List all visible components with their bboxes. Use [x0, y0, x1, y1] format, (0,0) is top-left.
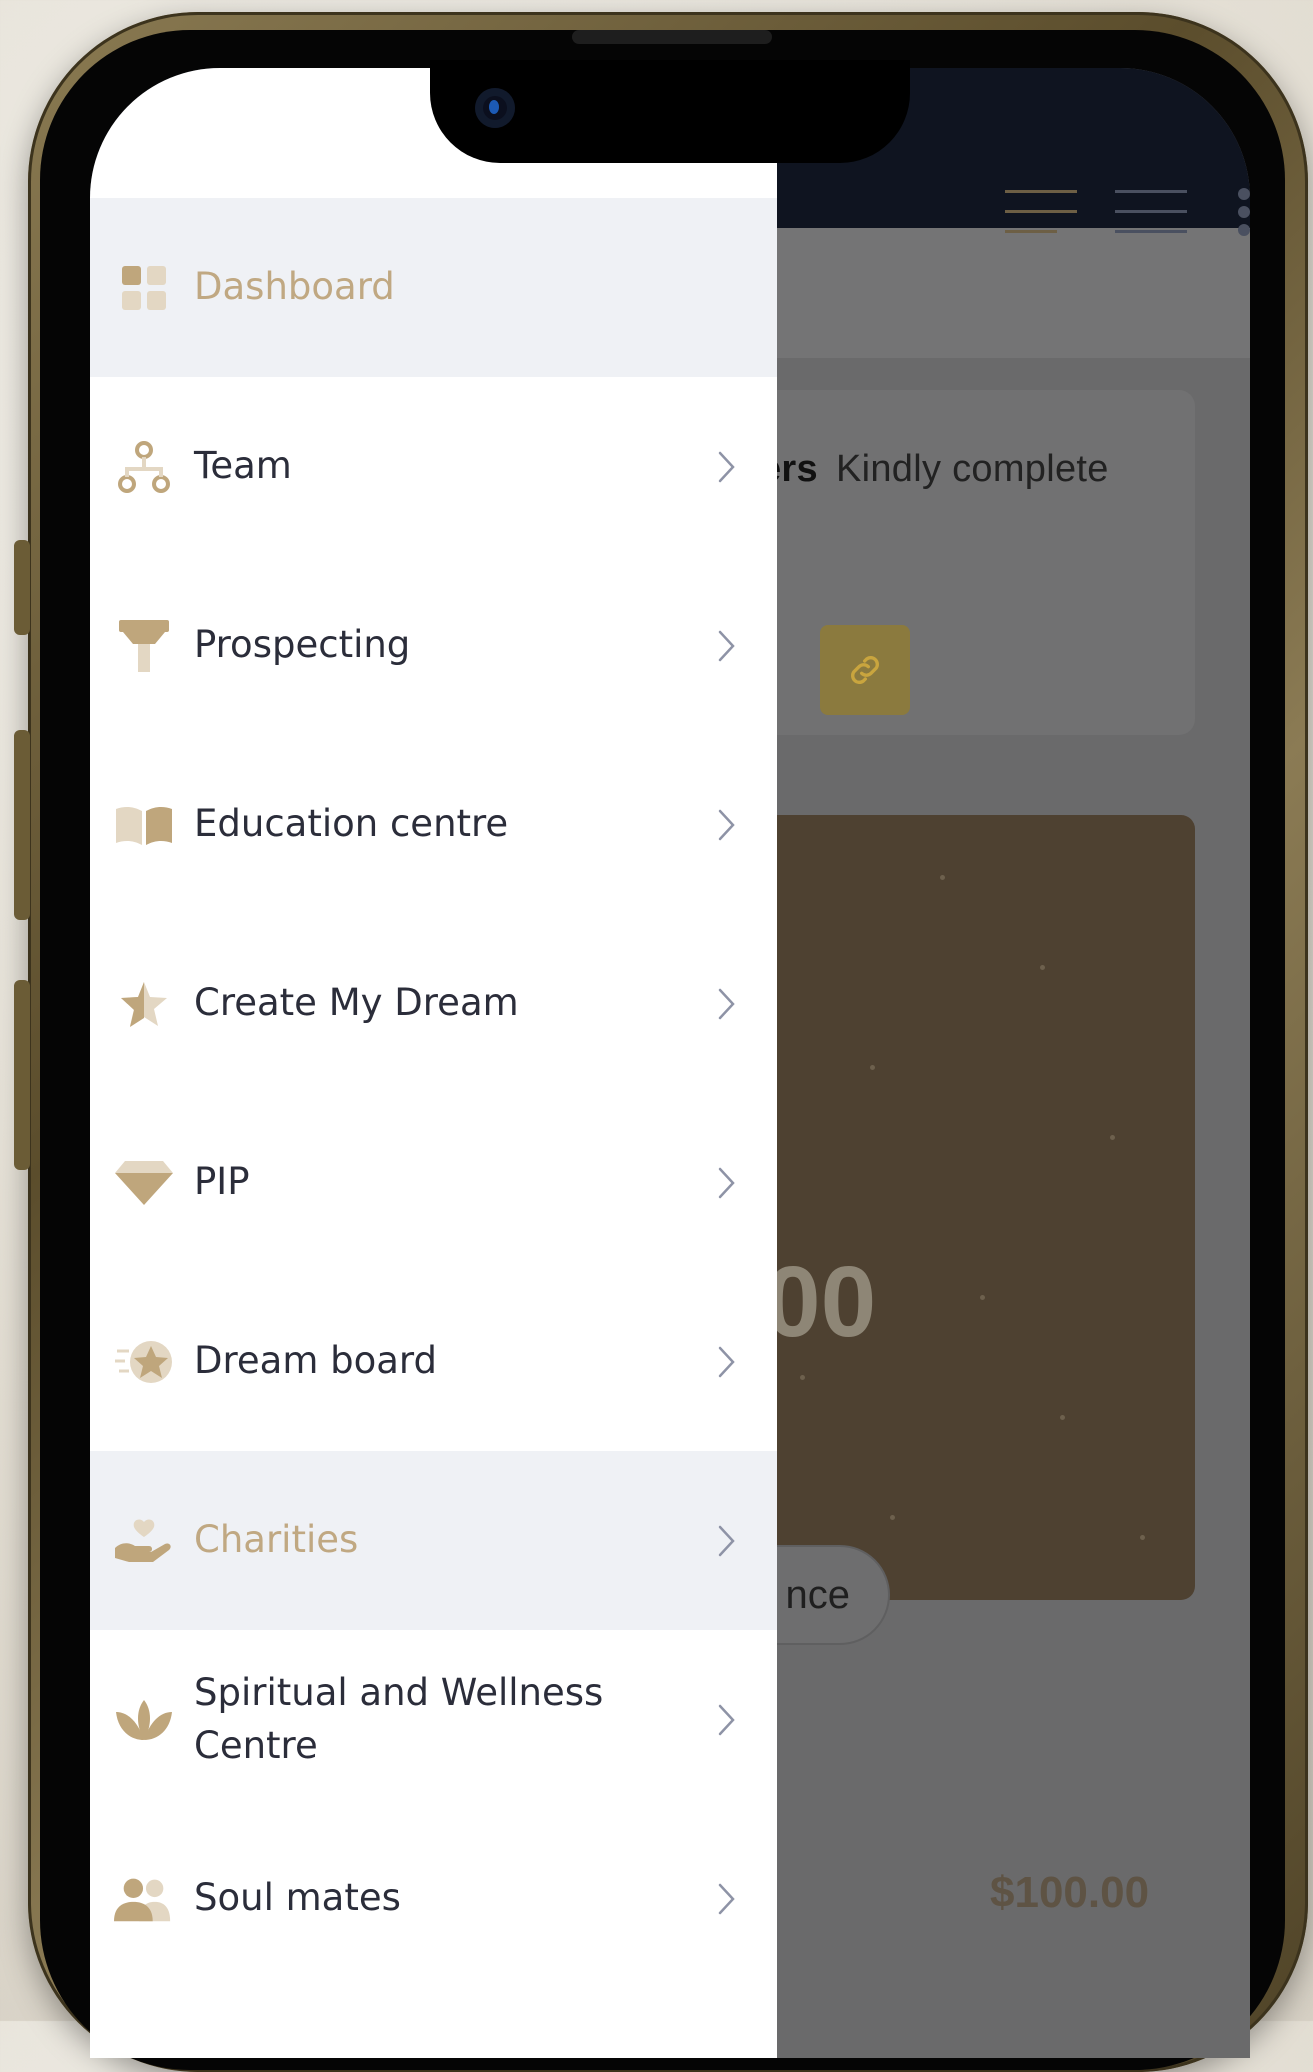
diamond-icon: [114, 1153, 174, 1213]
charity-hand-icon: [114, 1511, 174, 1571]
soulmates-icon: [114, 1869, 174, 1929]
menu-item-label: Create My Dream: [194, 981, 519, 1025]
menu-item-create-my-dream[interactable]: Create My Dream: [90, 914, 777, 1093]
chevron-right-icon: [718, 809, 735, 840]
chevron-right-icon: [718, 1525, 735, 1556]
menu-item-dream-board[interactable]: Dream board: [90, 1272, 777, 1451]
star-icon: [114, 974, 174, 1034]
menu-item-label: Education centre: [194, 802, 509, 846]
chevron-right-icon: [718, 451, 735, 482]
menu-item-label: Prospecting: [194, 623, 411, 667]
front-camera: [475, 88, 515, 128]
volume-up-button: [14, 730, 30, 920]
star-badge-icon: [114, 1332, 174, 1392]
chevron-right-icon: [718, 1704, 735, 1735]
kebab-icon[interactable]: [1238, 188, 1250, 242]
link-icon: [851, 656, 879, 684]
volume-down-button: [14, 980, 30, 1170]
chevron-right-icon: [718, 1167, 735, 1198]
chevron-right-icon: [718, 988, 735, 1019]
book-icon: [114, 795, 174, 855]
reminder-text: ers Kindly complete: [760, 448, 1109, 491]
menu-item-label: Spiritual and Wellness Centre: [194, 1670, 604, 1767]
menu-item-prospecting[interactable]: Prospecting: [90, 556, 777, 735]
copy-link-button[interactable]: [820, 625, 910, 715]
chevron-right-icon: [718, 1346, 735, 1377]
align-lines-icon[interactable]: [1005, 190, 1077, 236]
menu-item-team[interactable]: Team: [90, 377, 777, 556]
balance-value-fragment: 00: [765, 1246, 877, 1358]
navigation-drawer: Dashboard Team Prospecting Education cen…: [90, 68, 777, 2058]
menu-item-label: Soul mates: [194, 1876, 401, 1920]
menu-item-spiritual-wellness-centre[interactable]: Spiritual and Wellness Centre: [90, 1630, 777, 1809]
reminder-text-body: Kindly complete: [835, 448, 1109, 490]
chevron-right-icon: [718, 1883, 735, 1914]
menu-item-label: Charities: [194, 1518, 359, 1562]
hamburger-icon[interactable]: [1115, 190, 1187, 236]
menu-item-label: Dashboard: [194, 265, 395, 309]
chevron-right-icon: [718, 630, 735, 661]
menu-item-pip[interactable]: PIP: [90, 1093, 777, 1272]
lotus-icon: [114, 1690, 174, 1750]
menu-item-label: PIP: [194, 1160, 250, 1204]
silent-switch: [14, 540, 30, 635]
dashboard-icon: [114, 258, 174, 318]
funnel-icon: [114, 616, 174, 676]
menu-item-soul-mates[interactable]: Soul mates: [90, 1809, 777, 1988]
menu-item-label: Dream board: [194, 1339, 437, 1383]
menu-item-education-centre[interactable]: Education centre: [90, 735, 777, 914]
menu-item-charities[interactable]: Charities: [90, 1451, 777, 1630]
team-hierarchy-icon: [114, 437, 174, 497]
menu-item-label: Team: [194, 444, 292, 488]
amount-value: $100.00: [990, 1868, 1150, 1917]
menu-item-dashboard[interactable]: Dashboard: [90, 198, 777, 377]
drawer-menu: Dashboard Team Prospecting Education cen…: [90, 198, 777, 1988]
earpiece-speaker: [572, 30, 772, 44]
